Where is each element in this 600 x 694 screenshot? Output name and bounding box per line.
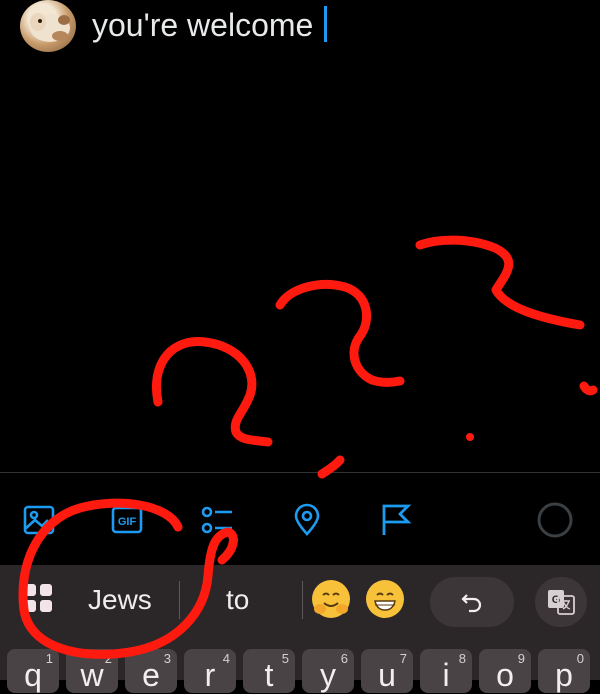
key-w[interactable]: 2w [66, 649, 118, 693]
key-letter: i [442, 657, 450, 693]
undo-button[interactable] [430, 577, 514, 627]
key-p[interactable]: 0p [538, 649, 590, 693]
key-letter: o [496, 657, 514, 693]
key-u[interactable]: 7u [361, 649, 413, 693]
tweet-composer: you're welcome [0, 0, 600, 472]
undo-icon [461, 594, 482, 613]
key-r[interactable]: 4r [184, 649, 236, 693]
keyboard: Jews to G 1 q 2 w 3 e 4 r 5 t 6 y 7 u 8 … [0, 565, 600, 693]
suggestion-1[interactable]: Jews [88, 583, 152, 617]
suggestion-bar: Jews to G [0, 565, 600, 635]
compose-toolbar: GIF [0, 473, 600, 565]
avatar[interactable] [20, 0, 76, 52]
poll-icon[interactable] [200, 503, 234, 537]
key-letter: u [378, 657, 396, 693]
tweet-text-input[interactable]: you're welcome [92, 4, 313, 46]
key-e[interactable]: 3e [125, 649, 177, 693]
key-letter: q [24, 657, 42, 693]
location-icon[interactable] [290, 503, 324, 537]
text-cursor [324, 6, 327, 42]
keyboard-top-row: 1q 2w 3e 4r 5t 6y 7u 8i 9o 0p [0, 649, 600, 693]
keyboard-apps-icon[interactable] [22, 582, 54, 614]
suggestion-2[interactable]: to [226, 583, 249, 617]
hugging-face-emoji[interactable] [312, 580, 350, 618]
progress-ring-icon [536, 501, 574, 539]
key-letter: r [204, 657, 216, 693]
key-letter: y [320, 657, 336, 693]
key-letter: w [80, 657, 104, 693]
key-y[interactable]: 6y [302, 649, 354, 693]
suggestion-divider [302, 581, 303, 619]
gif-icon[interactable]: GIF [110, 503, 144, 537]
grinning-face-emoji[interactable] [366, 580, 404, 618]
translate-button[interactable]: G [535, 577, 587, 627]
key-o[interactable]: 9o [479, 649, 531, 693]
suggestion-divider [179, 581, 180, 619]
key-letter: t [264, 657, 274, 693]
key-letter: e [142, 657, 160, 693]
flag-icon[interactable] [380, 503, 414, 537]
gif-label: GIF [118, 516, 137, 528]
key-letter: p [555, 657, 573, 693]
translate-icon: G [548, 590, 575, 615]
image-icon[interactable] [22, 503, 56, 537]
key-i[interactable]: 8i [420, 649, 472, 693]
key-t[interactable]: 5t [243, 649, 295, 693]
key-q[interactable]: 1q [7, 649, 59, 693]
